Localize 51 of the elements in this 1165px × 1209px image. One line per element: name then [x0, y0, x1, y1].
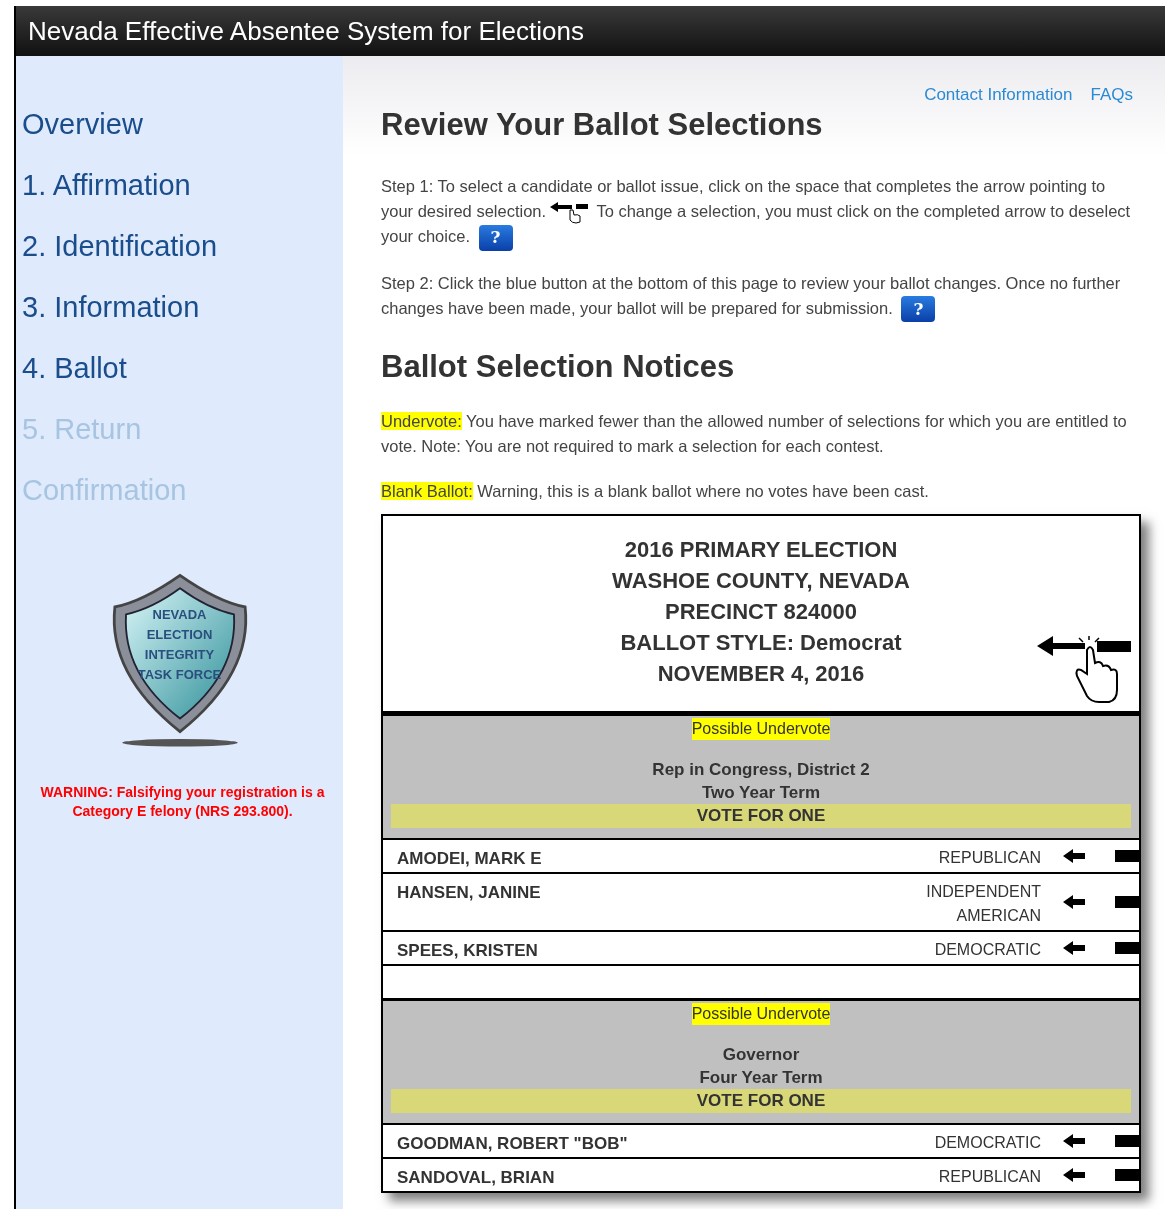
selection-arrow-icon[interactable] [1063, 1132, 1139, 1149]
contest-title: Governor [722, 1043, 800, 1066]
selection-arrow-icon[interactable] [1063, 1166, 1139, 1183]
ballot-header-text: 2016 PRIMARY ELECTION [624, 535, 898, 564]
ballot-header-text: NOVEMBER 4, 2016 [657, 659, 865, 688]
candidate-row[interactable]: AMODEI, MARK E REPUBLICAN [383, 837, 1139, 872]
nav-link[interactable]: 1. Affirmation [22, 165, 343, 205]
selection-arrow-icon[interactable] [1063, 847, 1139, 864]
candidate-name: GOODMAN, ROBERT "BOB" [397, 1132, 629, 1155]
party-label: REPUBLICAN [937, 1166, 1041, 1187]
logo-text: INTEGRITY [144, 646, 215, 664]
selection-arrow-icon[interactable] [1063, 939, 1139, 956]
candidate-name: AMODEI, MARK E [397, 847, 543, 870]
arrow-hand-icon [1037, 635, 1133, 704]
help-button[interactable]: ? [901, 296, 936, 323]
warning-text: WARNING: Falsifying your registration is a Category E felony (NRS 293.800). [39, 783, 326, 821]
logo-text: ELECTION [146, 626, 213, 644]
notice-text: Undervote: You have marked fewer than the allowed number of selections for which you are entitled to vote. Note: You are not required to mark a selection for each contest. [381, 410, 1128, 457]
vote-for-bar: VOTE FOR ONE [391, 1088, 1131, 1113]
vote-for-bar: VOTE FOR ONE [391, 803, 1131, 828]
nav-link[interactable]: 3. Information [22, 287, 343, 327]
nav-link[interactable]: Overview [22, 104, 343, 144]
page-heading: Review Your Ballot Selections [381, 105, 824, 144]
party-label: REPUBLICAN [937, 847, 1041, 868]
contest-title: Two Year Term [701, 781, 821, 804]
step-text: Step 1: To select a candidate or ballot issue, click on the space that completes the arrow pointing to your desired selection. To change a selection, you must click on the completed arrow to deselect your choice. ? [381, 174, 1141, 251]
logo-text: NEVADA [152, 606, 207, 624]
candidate-row[interactable]: HANSEN, JANINE INDEPENDENT AMERICAN [383, 871, 1139, 930]
notice-text: Blank Ballot: Warning, this is a blank ballot where no votes have been cast. [381, 480, 930, 502]
candidate-name: SANDOVAL, BRIAN [397, 1166, 556, 1189]
ballot-header-text: BALLOT STYLE: Democrat [620, 628, 902, 657]
ballot-header-text: WASHOE COUNTY, NEVADA [612, 566, 910, 595]
ballot-header-text: PRECINCT 824000 [665, 597, 857, 626]
selection-arrow-icon[interactable] [1063, 893, 1139, 910]
help-button[interactable]: ? [478, 224, 513, 251]
undervote-notice: Possible Undervote [691, 717, 831, 740]
window-title: Nevada Effective Absentee System for Elections [28, 14, 584, 48]
nav-link[interactable]: 4. Ballot [22, 348, 343, 388]
undervote-notice: Possible Undervote [691, 1002, 831, 1025]
step-text: Step 2: Click the blue button at the bottom of this page to review your ballot changes. Once no further changes have been made, your ballot will be prepared for submission. ? [381, 270, 1141, 323]
arrow-hand-icon [550, 201, 589, 224]
candidate-row[interactable]: SPEES, KRISTEN DEMOCRATIC [383, 929, 1139, 964]
party-label: DEMOCRATIC [933, 1132, 1041, 1153]
section-heading: Ballot Selection Notices [381, 348, 736, 387]
candidate-name: SPEES, KRISTEN [397, 939, 539, 962]
contest-title: Four Year Term [699, 1066, 823, 1089]
party-label: DEMOCRATIC [933, 939, 1041, 960]
nav-link[interactable]: 2. Identification [22, 226, 343, 266]
candidate-name: HANSEN, JANINE [397, 881, 542, 904]
party-label: INDEPENDENT AMERICAN [925, 881, 1041, 926]
contest-title: Rep in Congress, District 2 [652, 758, 870, 781]
